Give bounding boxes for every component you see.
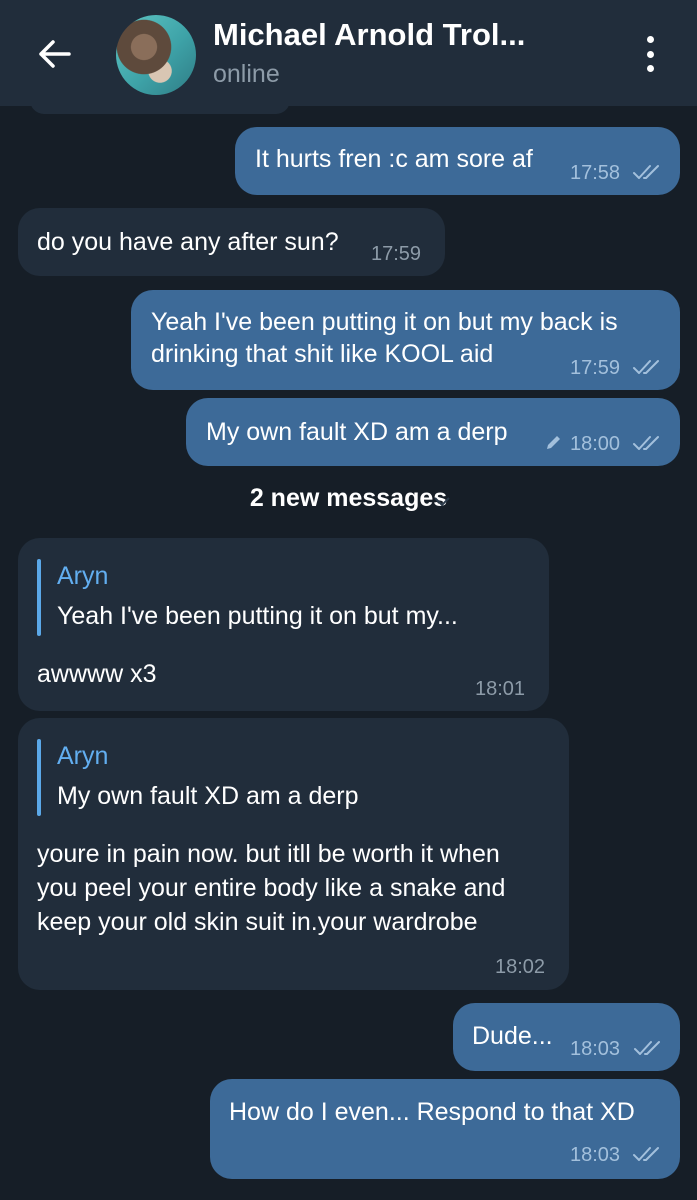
message-text-line-2: you peel your entire body like a snake a… xyxy=(37,874,506,902)
message-incoming[interactable]: do you have any after sun? 17:59 xyxy=(18,208,445,276)
pencil-icon xyxy=(547,436,560,449)
message-text-line-1: Yeah I've been putting it on but my back… xyxy=(151,308,618,336)
message-text: How do I even... Respond to that XD xyxy=(229,1098,635,1126)
message-outgoing[interactable]: How do I even... Respond to that XD 18:0… xyxy=(210,1079,680,1179)
reply-author[interactable]: Aryn xyxy=(57,562,108,591)
double-check-icon xyxy=(634,1041,660,1055)
reply-bar xyxy=(37,559,41,636)
message-text: Dude... xyxy=(472,1022,553,1050)
message-outgoing[interactable]: It hurts fren :c am sore af 17:58 xyxy=(235,127,680,195)
arrow-left-icon xyxy=(39,40,71,68)
message-outgoing[interactable]: Yeah I've been putting it on but my back… xyxy=(131,290,680,390)
message-time: 18:01 xyxy=(475,678,526,700)
message-time: 18:02 xyxy=(495,956,546,978)
message-time: 17:59 xyxy=(371,243,422,265)
double-check-icon xyxy=(633,436,659,450)
message-text-line-1: youre in pain now. but itll be worth it … xyxy=(37,840,500,868)
unread-divider: 2 new messages xyxy=(0,484,697,524)
message-text: awwww x3 xyxy=(37,660,157,688)
more-menu-button[interactable] xyxy=(630,32,670,76)
chat-header: Michael Arnold Trol... online xyxy=(0,0,697,106)
message-outgoing[interactable]: My own fault XD am a derp 18:00 xyxy=(186,398,680,466)
message-text: My own fault XD am a derp xyxy=(206,418,508,446)
back-button[interactable] xyxy=(30,30,78,78)
message-text: It hurts fren :c am sore af xyxy=(255,145,533,173)
message-time: 18:00 xyxy=(570,433,621,455)
chevron-down-icon xyxy=(434,497,450,507)
message-time: 18:03 xyxy=(570,1038,621,1060)
message-incoming[interactable]: Aryn Yeah I've been putting it on but my… xyxy=(18,538,549,711)
message-text: do you have any after sun? xyxy=(37,228,339,256)
message-text-line-3: keep your old skin suit in.your wardrobe xyxy=(37,908,478,936)
more-vertical-icon xyxy=(646,36,654,43)
reply-author[interactable]: Aryn xyxy=(57,742,108,771)
message-text-line-2: drinking that shit like KOOL aid xyxy=(151,340,494,368)
unread-label: 2 new messages xyxy=(249,484,448,512)
message-time: 18:03 xyxy=(570,1144,621,1166)
double-check-icon xyxy=(633,1147,659,1161)
avatar[interactable] xyxy=(116,15,196,95)
chat-title[interactable]: Michael Arnold Trol... xyxy=(213,17,525,53)
reply-preview[interactable]: My own fault XD am a derp xyxy=(57,782,359,811)
message-outgoing[interactable]: Dude... 18:03 xyxy=(453,1003,680,1071)
chat-status: online xyxy=(213,60,280,88)
message-time: 17:59 xyxy=(570,357,621,379)
double-check-icon xyxy=(633,165,659,179)
message-incoming[interactable]: Aryn My own fault XD am a derp youre in … xyxy=(18,718,569,990)
message-time: 17:58 xyxy=(570,162,621,184)
reply-preview[interactable]: Yeah I've been putting it on but my... xyxy=(57,602,458,631)
reply-bar xyxy=(37,739,41,816)
double-check-icon xyxy=(633,360,659,374)
